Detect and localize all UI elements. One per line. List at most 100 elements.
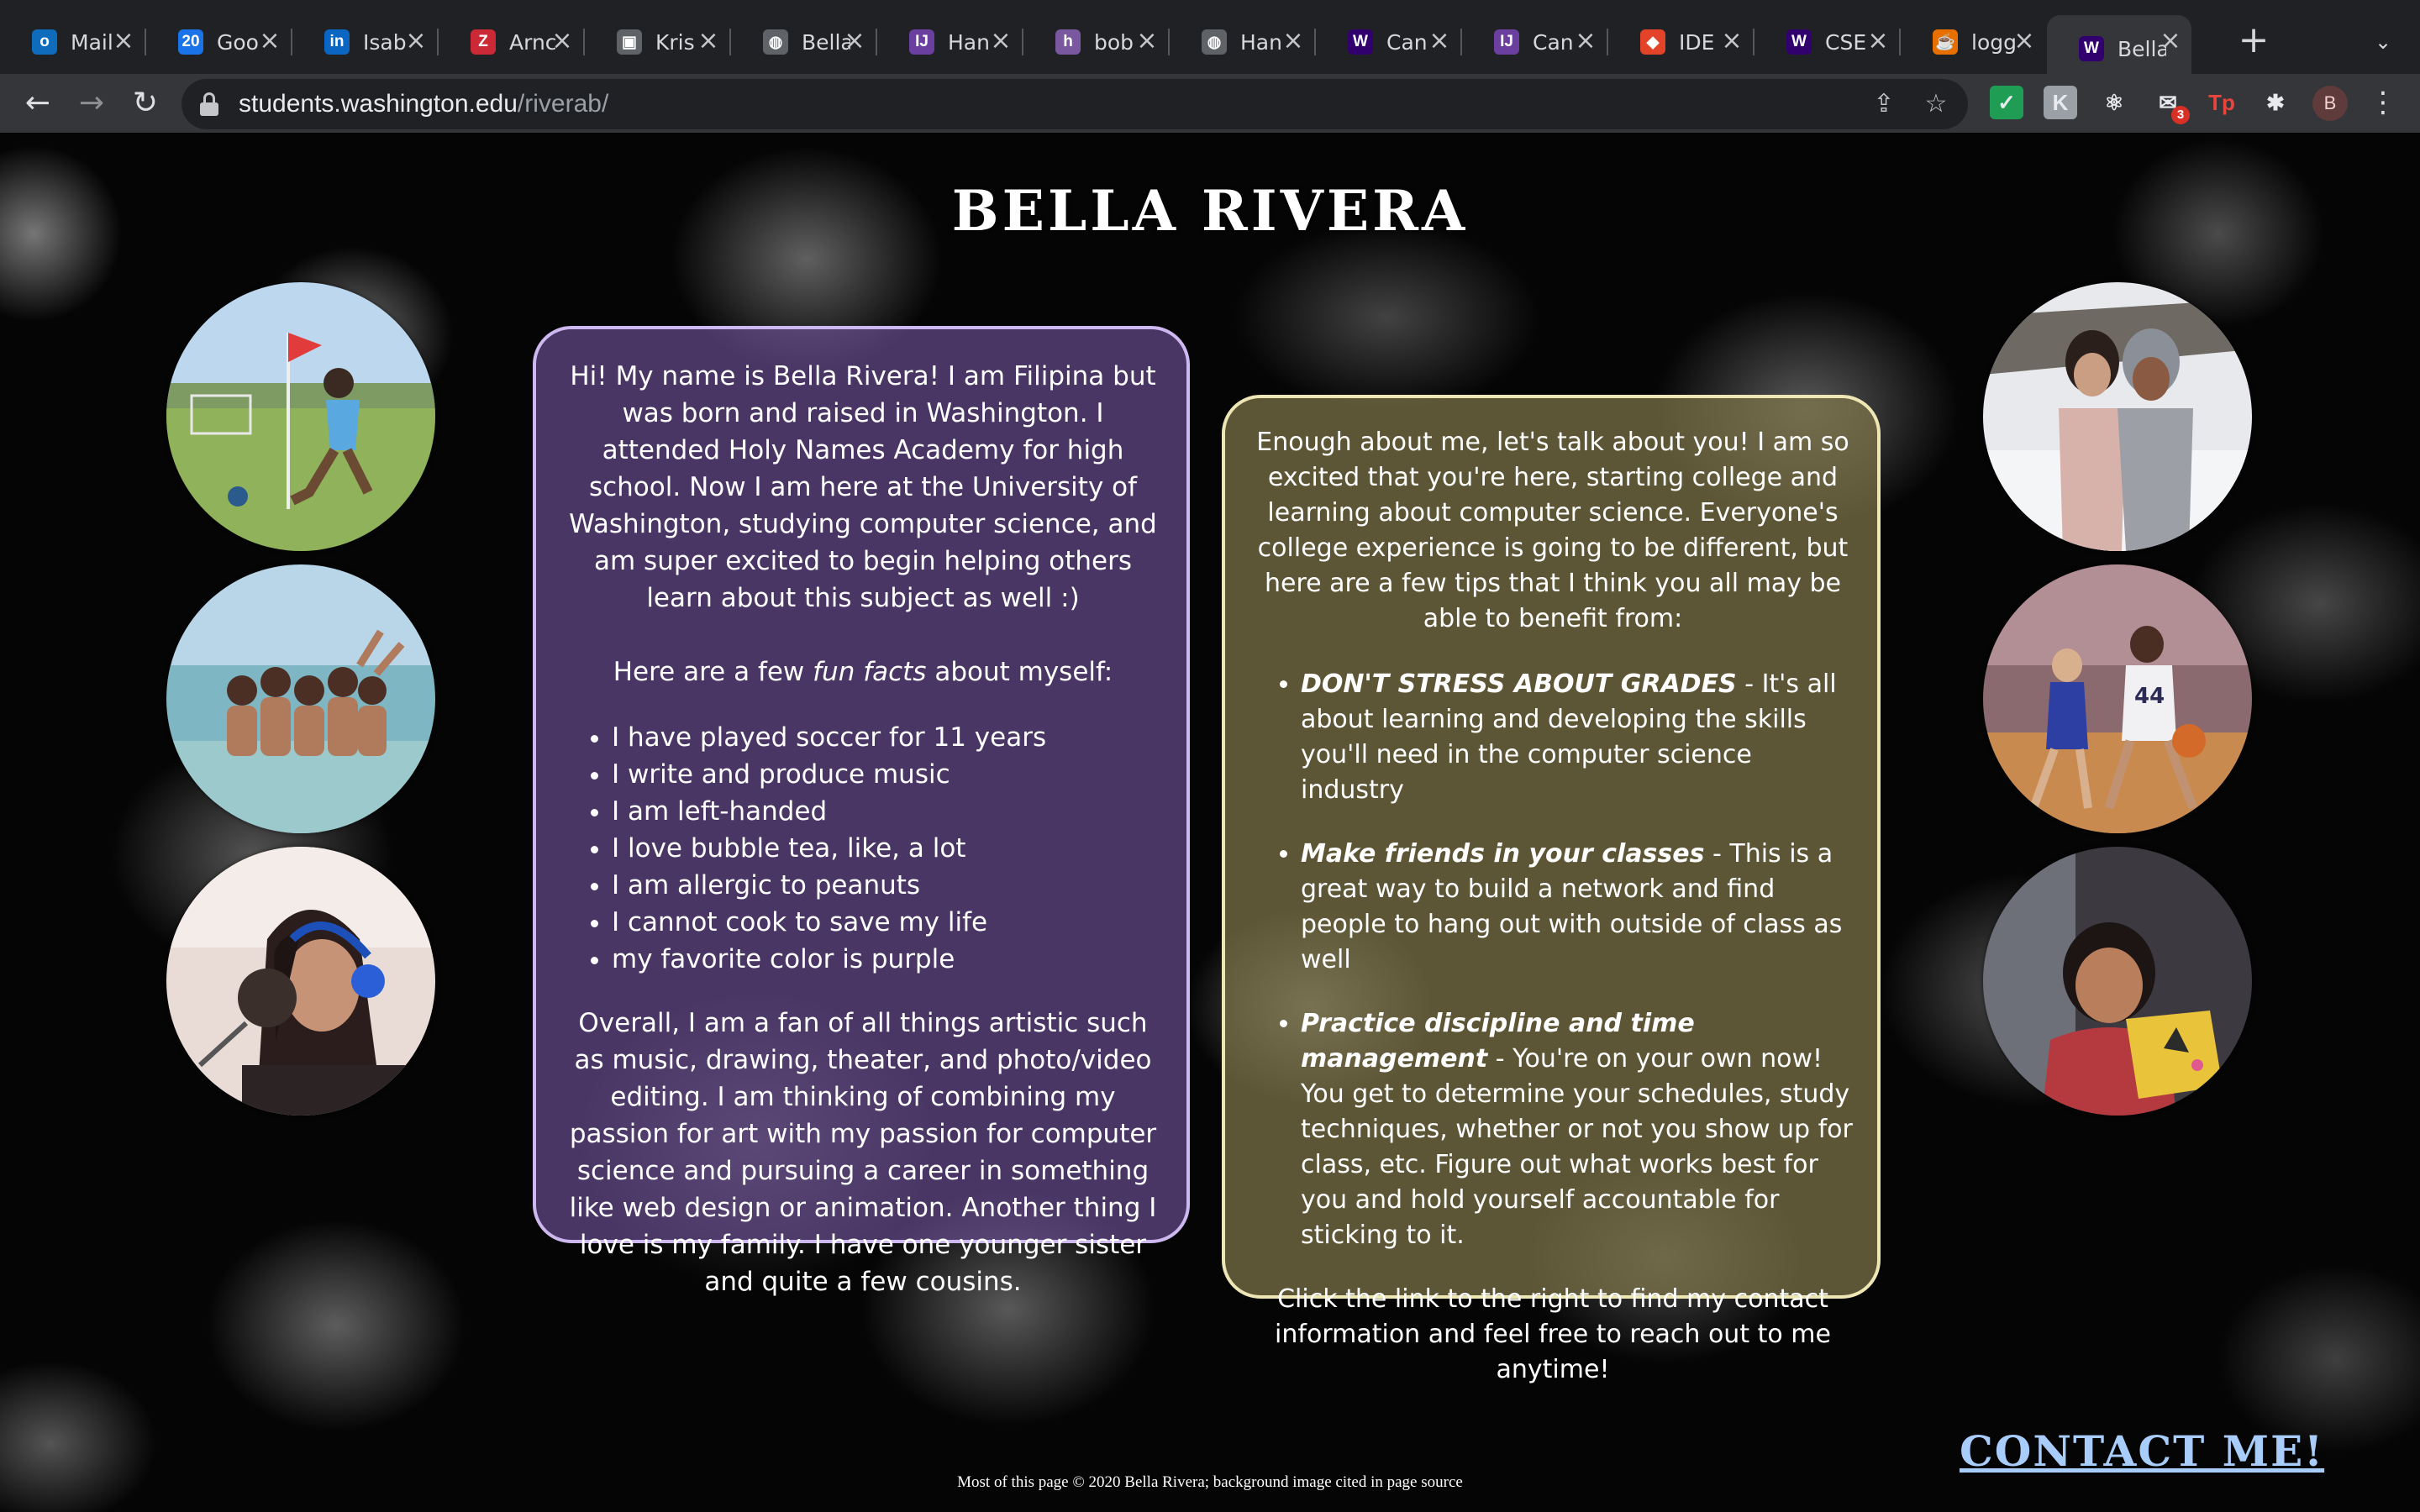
lock-icon[interactable] [200, 92, 218, 116]
close-tab-icon[interactable]: × [1718, 27, 1746, 55]
tab[interactable]: Z Arnc × [439, 15, 585, 69]
gitlab-icon: ◆ [1640, 29, 1665, 55]
fun-facts-lead: Here are a few fun facts about myself: [561, 654, 1165, 690]
share-icon[interactable]: ⇪ [1867, 87, 1901, 121]
web-page: BELLA RIVERA 44 Hi! My name is Bella Riv… [0, 133, 2420, 1512]
fun-facts-lead-after: about myself: [926, 657, 1113, 687]
close-tab-icon[interactable]: × [694, 27, 723, 55]
globe-icon: ◍ [763, 29, 788, 55]
tab[interactable]: W Can × [1316, 15, 1462, 69]
cube-icon: ▣ [617, 29, 642, 55]
url-text[interactable]: students.washington.edu/riverab/ [239, 90, 608, 118]
tab[interactable]: ◆ IDE × [1608, 15, 1754, 69]
photo-microphone [166, 847, 435, 1116]
tip-title: DON'T STRESS ABOUT GRADES [1301, 669, 1737, 699]
photo-soccer [166, 282, 435, 551]
react-extension-icon[interactable]: ⚛ [2097, 86, 2131, 119]
list-item: Practice discipline and time management … [1301, 1006, 1855, 1253]
close-tab-icon[interactable]: × [402, 27, 430, 55]
tip-title: Make friends in your classes [1301, 839, 1705, 869]
address-bar[interactable]: students.washington.edu/riverab/ ⇪ ☆ [182, 79, 1968, 129]
close-tab-icon[interactable]: × [986, 27, 1015, 55]
close-tab-icon[interactable]: × [1279, 27, 1307, 55]
close-tab-icon[interactable]: × [109, 27, 138, 55]
close-tab-icon[interactable]: × [255, 27, 284, 55]
photo-basketball: 44 [1983, 564, 2252, 833]
reload-icon[interactable]: ↻ [124, 82, 166, 124]
browser-chrome: o Mail × 20 Goo × in Isab × Z Arnc × ▣ Kris × ◍ Bella × IJ… [0, 0, 2420, 133]
tab[interactable]: ◍ Han × [1170, 15, 1316, 69]
list-item: I have played soccer for 11 years [612, 719, 1165, 756]
extensions-puzzle-icon[interactable]: ✱ [2259, 86, 2292, 119]
check-extension-icon[interactable]: ✓ [1990, 86, 2023, 119]
profile-avatar[interactable]: B [2312, 86, 2348, 121]
close-tab-icon[interactable]: × [1133, 27, 1161, 55]
java-icon: ☕ [1933, 29, 1958, 55]
tab[interactable]: h bob × [1023, 15, 1170, 69]
intellij-icon: IJ [909, 29, 934, 55]
globe-icon: ◍ [1202, 29, 1227, 55]
uw-icon: W [1786, 29, 1812, 55]
new-tab-button[interactable]: + [2235, 22, 2272, 59]
photo-beach-friends [166, 564, 435, 833]
list-item: Make friends in your classes - This is a… [1301, 837, 1855, 978]
list-item: I am allergic to peanuts [612, 867, 1165, 904]
contact-me-link[interactable]: CONTACT ME! [1960, 1426, 2324, 1476]
uw-icon: W [1348, 29, 1373, 55]
intellij-icon: IJ [1494, 29, 1519, 55]
photo-sisters-snow [1983, 282, 2252, 551]
list-item: I love bubble tea, like, a lot [612, 830, 1165, 867]
tips-list: DON'T STRESS ABOUT GRADES - It's all abo… [1250, 667, 1855, 1253]
about-me-card: Hi! My name is Bella Rivera! I am Filipi… [533, 326, 1190, 1297]
browser-toolbar: ← → ↻ students.washington.edu/riverab/ ⇪… [0, 74, 2420, 133]
tab[interactable]: ▣ Kris × [585, 15, 731, 69]
close-tab-icon[interactable]: × [2010, 27, 2039, 55]
url-host: students.washington.edu [239, 90, 518, 118]
close-tab-icon[interactable]: × [1864, 27, 1892, 55]
tab[interactable]: IJ Can × [1462, 15, 1608, 69]
tips-intro: Enough about me, let's talk about you! I… [1256, 428, 1849, 633]
tab[interactable]: ◍ Bella × [731, 15, 877, 69]
linkedin-icon: in [324, 29, 350, 55]
mail-extension-icon[interactable]: ✉ 3 [2151, 86, 2190, 124]
tab-search-chevron-icon[interactable]: ⌄ [2366, 25, 2400, 59]
photo-child-craft [1983, 847, 2252, 1116]
page-title: BELLA RIVERA [951, 178, 1469, 244]
uw-icon: W [2079, 36, 2104, 61]
heroku-icon: h [1055, 29, 1081, 55]
tips-card: Enough about me, let's talk about you! I… [1222, 395, 1881, 1384]
tab[interactable]: W Bella × [2047, 15, 2191, 82]
google-calendar-icon: 20 [178, 29, 203, 55]
puzzle-k-extension-icon[interactable]: K [2044, 86, 2077, 119]
tp-extension-icon[interactable]: Tp [2205, 86, 2238, 119]
close-tab-icon[interactable]: × [2156, 27, 2185, 55]
tab[interactable]: in Isab × [292, 15, 439, 69]
list-item: I am left-handed [612, 793, 1165, 830]
fun-facts-emphasis: fun facts [813, 657, 927, 687]
tip-text: - You're on your own now! You get to det… [1301, 1044, 1853, 1250]
zotero-icon: Z [471, 29, 496, 55]
list-item: DON'T STRESS ABOUT GRADES - It's all abo… [1301, 667, 1855, 808]
footer-text: Most of this page © 2020 Bella Rivera; b… [957, 1473, 1463, 1491]
tab[interactable]: ☕ logg × [1901, 15, 2045, 69]
tab[interactable]: W CSE × [1754, 15, 1901, 69]
fun-facts-lead-before: Here are a few [613, 657, 813, 687]
tab[interactable]: IJ Han × [877, 15, 1023, 69]
tab[interactable]: o Mail × [0, 15, 146, 69]
forward-arrow-icon[interactable]: → [71, 82, 113, 124]
bookmark-star-icon[interactable]: ☆ [1919, 87, 1953, 121]
back-arrow-icon[interactable]: ← [17, 82, 59, 124]
close-tab-icon[interactable]: × [548, 27, 576, 55]
about-outro: Overall, I am a fan of all things artist… [569, 1008, 1157, 1297]
close-tab-icon[interactable]: × [1571, 27, 1600, 55]
url-path: /riverab/ [517, 90, 609, 118]
tab-strip: o Mail × 20 Goo × in Isab × Z Arnc × ▣ Kris × ◍ Bella × IJ… [0, 0, 2420, 82]
browser-menu-icon[interactable]: ⋮ [2368, 84, 2398, 121]
close-tab-icon[interactable]: × [1425, 27, 1454, 55]
outlook-icon: o [32, 29, 57, 55]
list-item: I write and produce music [612, 756, 1165, 793]
close-tab-icon[interactable]: × [840, 27, 869, 55]
tab[interactable]: 20 Goo × [146, 15, 292, 69]
fun-facts-list: I have played soccer for 11 years I writ… [561, 719, 1165, 978]
tips-outro: Click the link to the right to find my c… [1275, 1284, 1831, 1384]
